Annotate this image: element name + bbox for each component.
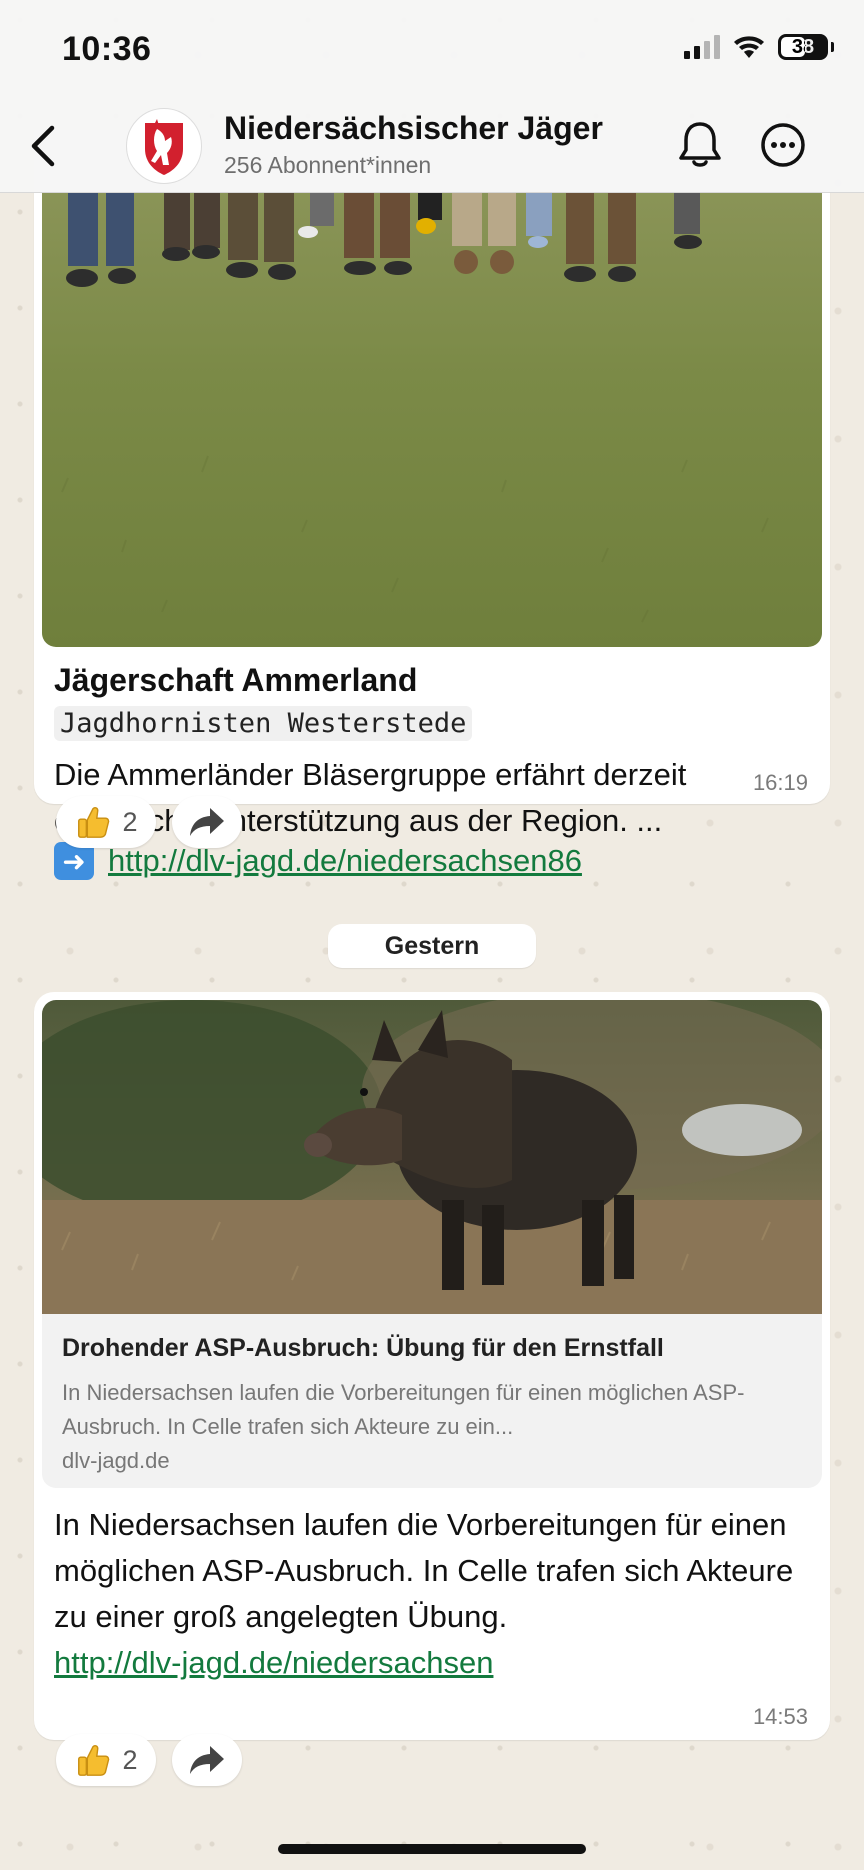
message-text: Die Ammerländer Bläsergruppe erfährt der… <box>54 757 687 838</box>
message-body: In Niedersachsen laufen die Vorbereitung… <box>54 1507 794 1634</box>
message-link[interactable]: http://dlv-jagd.de/niedersachsen <box>54 1645 493 1680</box>
subscriber-count: 256 Abonnent*innen <box>224 152 432 178</box>
wifi-icon <box>734 36 764 58</box>
reaction-count: 2 <box>122 806 138 837</box>
link-preview-image-wild-boar[interactable] <box>42 1000 822 1314</box>
day-separator: Gestern <box>328 924 536 968</box>
thumbs-up-icon <box>78 807 110 838</box>
thumbs-up-icon <box>78 1745 110 1776</box>
link-preview-card[interactable]: Drohender ASP-Ausbruch: Übung für den Er… <box>42 1314 822 1488</box>
share-forward-icon <box>190 1746 224 1774</box>
channel-logo-icon <box>145 119 183 175</box>
message-title: Jägerschaft Ammerland <box>54 662 418 698</box>
channel-avatar[interactable] <box>126 108 202 184</box>
link-preview-title: Drohender ASP-Ausbruch: Übung für den Er… <box>62 1334 664 1362</box>
message-bubble-asp[interactable]: Drohender ASP-Ausbruch: Übung für den Er… <box>34 992 830 1740</box>
message-bubble-ammerland[interactable]: Jägerschaft Ammerland Jagdhornisten West… <box>34 130 830 880</box>
chat-header: 10:36 38 Niedersächsischer Jäger 256 Abo… <box>0 0 864 193</box>
share-forward-icon <box>190 808 224 836</box>
message-timestamp: 16:19 <box>752 770 808 795</box>
message-monospace-subtitle: Jagdhornisten Westerstede <box>54 706 473 741</box>
message-timestamp: 14:53 <box>752 1704 808 1729</box>
message-photo-group-on-grass[interactable] <box>42 192 822 647</box>
status-icons: 38 <box>684 34 834 60</box>
battery-level: 38 <box>791 35 815 58</box>
cellular-signal-icon <box>684 35 720 59</box>
reaction-thumbs-up[interactable]: 2 <box>56 1734 156 1786</box>
share-button[interactable] <box>172 796 242 848</box>
reaction-thumbs-up[interactable]: 2 <box>56 796 156 848</box>
channel-name[interactable]: Niedersächsischer Jäger <box>224 110 603 147</box>
reaction-count: 2 <box>122 1744 138 1775</box>
back-chevron-icon[interactable] <box>26 124 62 168</box>
bell-icon[interactable] <box>676 118 724 170</box>
status-time: 10:36 <box>62 30 152 68</box>
home-indicator[interactable] <box>278 1844 586 1854</box>
more-icon[interactable] <box>760 122 806 168</box>
message-text: In Niedersachsen laufen die Vorbereitung… <box>54 1502 824 1686</box>
battery-icon: 38 <box>778 34 834 60</box>
link-preview-domain: dlv-jagd.de <box>62 1448 170 1473</box>
link-preview-description: In Niedersachsen laufen die Vorbereitung… <box>62 1380 745 1439</box>
message-link[interactable]: http://dlv-jagd.de/niedersachsen86 <box>108 843 582 879</box>
share-button[interactable] <box>172 1734 242 1786</box>
